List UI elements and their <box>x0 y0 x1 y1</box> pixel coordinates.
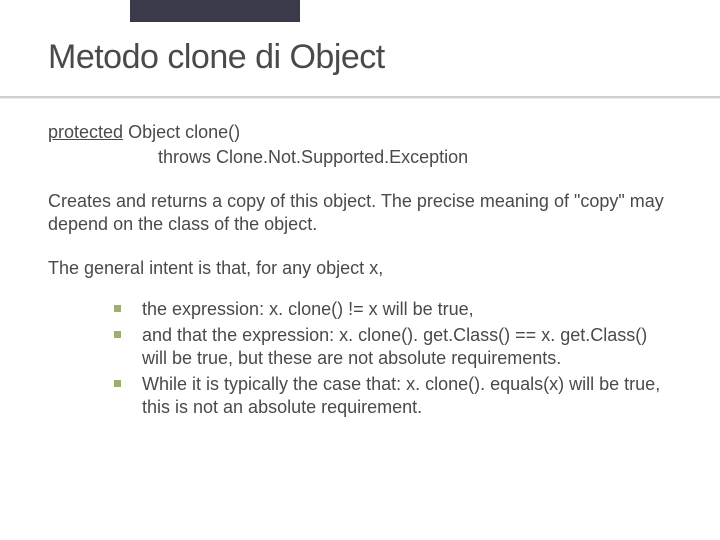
list-item: and that the expression: x. clone(). get… <box>108 324 672 369</box>
slide: Metodo clone di Object protected Object … <box>0 0 720 540</box>
title-underline <box>0 96 720 98</box>
signature-rest: Object clone() <box>123 122 240 142</box>
bullet-list: the expression: x. clone() != x will be … <box>48 298 672 419</box>
method-signature-line1: protected Object clone() <box>48 121 672 144</box>
slide-body: protected Object clone() throws Clone.No… <box>48 121 672 418</box>
list-item-text: While it is typically the case that: x. … <box>142 374 660 417</box>
bullet-square-icon <box>114 380 121 387</box>
description-paragraph: Creates and returns a copy of this objec… <box>48 190 672 235</box>
list-item-text: and that the expression: x. clone(). get… <box>142 325 647 368</box>
bullet-square-icon <box>114 331 121 338</box>
top-decor-band <box>130 0 300 22</box>
list-item: the expression: x. clone() != x will be … <box>108 298 672 321</box>
list-item: While it is typically the case that: x. … <box>108 373 672 418</box>
bullet-square-icon <box>114 305 121 312</box>
method-signature-line2: throws Clone.Not.Supported.Exception <box>158 146 672 169</box>
list-item-text: the expression: x. clone() != x will be … <box>142 299 474 319</box>
slide-title: Metodo clone di Object <box>48 38 672 77</box>
keyword-protected: protected <box>48 122 123 142</box>
intent-paragraph: The general intent is that, for any obje… <box>48 257 672 280</box>
